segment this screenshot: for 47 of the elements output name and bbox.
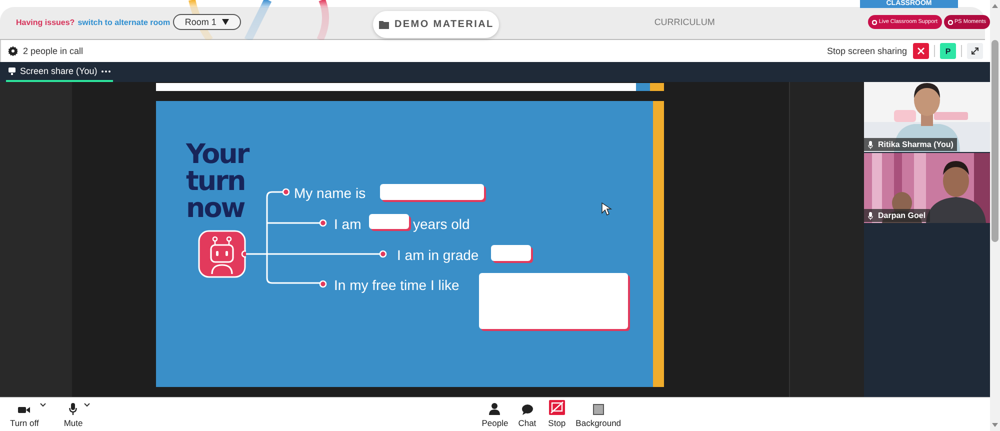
close-icon	[917, 47, 925, 55]
mic-control[interactable]: Mute	[64, 398, 90, 431]
robot-icon	[198, 231, 248, 277]
person-icon	[489, 403, 500, 415]
prompt-text: My name is	[294, 185, 366, 201]
camera-icon	[18, 406, 30, 414]
caret-icon	[222, 19, 230, 25]
curriculum-tab[interactable]: CURRICULUM	[654, 17, 715, 27]
chat-control[interactable]: Chat	[518, 398, 536, 431]
answer-box	[490, 245, 533, 263]
room-select[interactable]: Room 1	[173, 14, 242, 30]
folder-icon	[378, 20, 389, 28]
bullet-dot	[379, 250, 387, 258]
prompt-text: I am	[334, 216, 362, 232]
background-control[interactable]: Background	[576, 398, 622, 431]
microphone-icon	[868, 212, 873, 220]
prompt-text: years old	[412, 216, 470, 232]
microphone-icon	[69, 403, 78, 415]
microphone-icon	[868, 140, 873, 148]
caret-icon[interactable]	[84, 403, 90, 407]
people-count: 2 people in call	[23, 46, 84, 56]
avatar-button[interactable]: P	[940, 43, 956, 59]
answer-box	[368, 214, 411, 231]
stop-control[interactable]: Stop	[548, 398, 566, 431]
expand-icon	[971, 47, 979, 55]
stop-sharing-button[interactable]	[913, 43, 929, 59]
demo-material-button[interactable]: DEMO MATERIAL	[373, 11, 500, 38]
bullet-dot	[319, 219, 327, 227]
cursor-icon	[602, 202, 612, 216]
prompt-text: I am in grade	[396, 247, 479, 263]
stop-share-icon	[548, 400, 565, 415]
background-icon	[592, 404, 604, 415]
chat-icon	[522, 404, 533, 415]
bullet-dot	[282, 188, 290, 196]
stop-sharing-label: Stop screen sharing	[826, 46, 907, 56]
caret-icon[interactable]	[40, 403, 46, 407]
more-icon[interactable]	[101, 70, 112, 72]
fullscreen-button[interactable]	[967, 43, 983, 59]
settings-icon[interactable]	[8, 46, 18, 56]
bullet-dot	[319, 280, 327, 288]
help-text: Having issues?	[16, 18, 75, 26]
participant-name: Darpan Goel	[878, 211, 926, 220]
camera-control[interactable]: Turn off	[10, 398, 46, 431]
person-control[interactable]: People	[482, 398, 508, 431]
participant-name: Ritika Sharma (You)	[878, 140, 954, 149]
screen-icon	[8, 67, 16, 75]
prompt-text: In my free time I like	[334, 277, 460, 293]
